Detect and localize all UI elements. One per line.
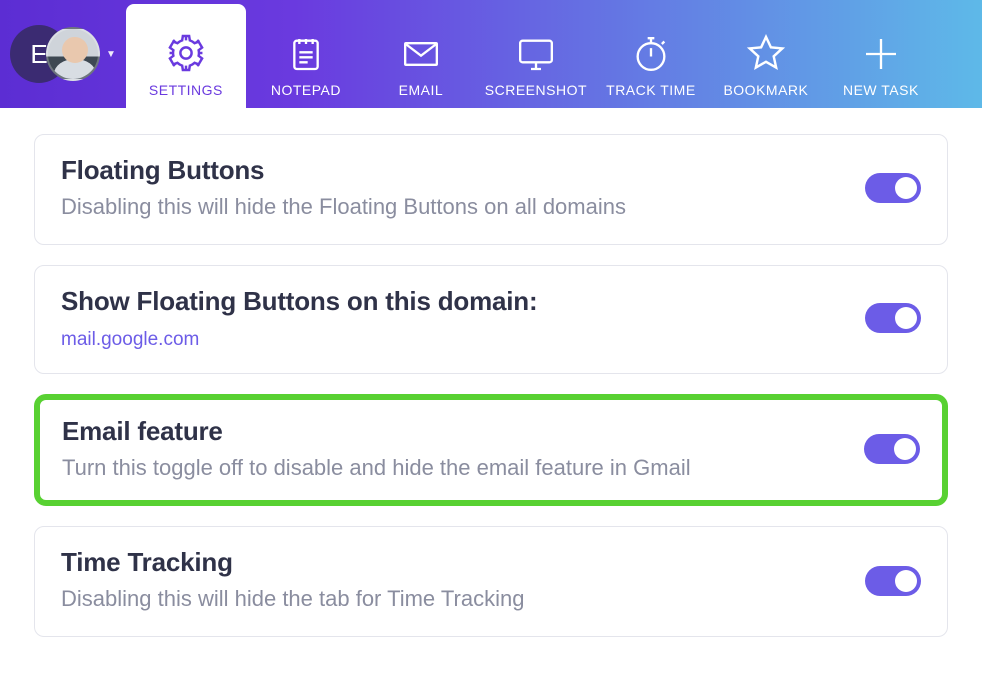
- toggle-email-feature[interactable]: [864, 434, 920, 464]
- toggle-time-tracking[interactable]: [865, 566, 921, 596]
- setting-text: Floating Buttons Disabling this will hid…: [61, 155, 626, 222]
- setting-floating-buttons: Floating Buttons Disabling this will hid…: [34, 134, 948, 245]
- tab-screenshot[interactable]: SCREENSHOT: [476, 8, 596, 108]
- tab-label: TRACK TIME: [606, 82, 696, 98]
- tab-new-task[interactable]: NEW TASK: [826, 8, 936, 108]
- domain-link[interactable]: mail.google.com: [61, 329, 199, 351]
- stopwatch-icon: [631, 34, 671, 74]
- tab-email[interactable]: EMAIL: [366, 8, 476, 108]
- email-icon: [398, 34, 444, 74]
- tab-label: EMAIL: [399, 82, 444, 98]
- gear-icon: [165, 32, 207, 74]
- tab-notepad[interactable]: NOTEPAD: [246, 8, 366, 108]
- caret-down-icon: ▼: [106, 49, 116, 60]
- notepad-icon: [286, 34, 326, 74]
- user-avatar: [46, 27, 100, 81]
- setting-email-feature: Email feature Turn this toggle off to di…: [34, 394, 948, 507]
- setting-show-domain: Show Floating Buttons on this domain: ma…: [34, 265, 948, 374]
- tab-label: NOTEPAD: [271, 82, 341, 98]
- setting-title: Time Tracking: [61, 547, 524, 578]
- tab-label: NEW TASK: [843, 82, 919, 98]
- tab-track-time[interactable]: TRACK TIME: [596, 8, 706, 108]
- setting-description: Turn this toggle off to disable and hide…: [62, 453, 691, 483]
- screenshot-icon: [513, 34, 559, 74]
- profile-switcher[interactable]: E ▼: [0, 0, 122, 108]
- setting-title: Floating Buttons: [61, 155, 626, 186]
- tab-label: SCREENSHOT: [485, 82, 587, 98]
- tab-label: SETTINGS: [149, 82, 223, 98]
- toggle-floating-buttons[interactable]: [865, 173, 921, 203]
- tab-settings[interactable]: SETTINGS: [126, 4, 246, 108]
- setting-description: Disabling this will hide the Floating Bu…: [61, 192, 626, 222]
- setting-text: Show Floating Buttons on this domain: ma…: [61, 286, 537, 351]
- tab-bookmark[interactable]: BOOKMARK: [706, 8, 826, 108]
- setting-time-tracking: Time Tracking Disabling this will hide t…: [34, 526, 948, 637]
- app-header: E ▼ SETTINGS NOTEPAD EMAIL: [0, 0, 982, 108]
- star-icon: [745, 32, 787, 74]
- setting-description: Disabling this will hide the tab for Tim…: [61, 584, 524, 614]
- setting-title: Show Floating Buttons on this domain:: [61, 286, 537, 317]
- tab-label: BOOKMARK: [723, 82, 808, 98]
- settings-panel: Floating Buttons Disabling this will hid…: [0, 108, 982, 637]
- toggle-show-domain[interactable]: [865, 303, 921, 333]
- setting-title: Email feature: [62, 416, 691, 447]
- tab-bar: SETTINGS NOTEPAD EMAIL SCREENSHOT: [126, 0, 936, 108]
- plus-icon: [861, 34, 901, 74]
- setting-text: Time Tracking Disabling this will hide t…: [61, 547, 524, 614]
- setting-text: Email feature Turn this toggle off to di…: [62, 416, 691, 483]
